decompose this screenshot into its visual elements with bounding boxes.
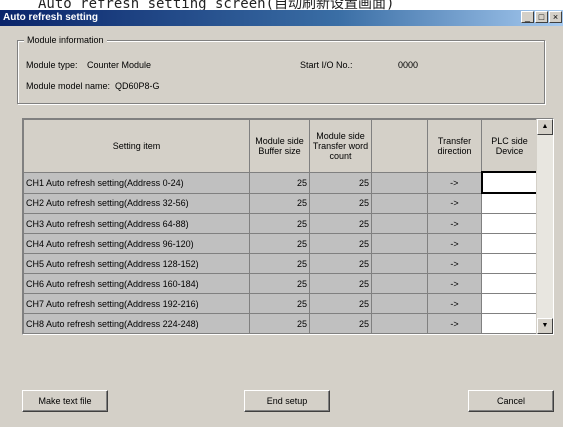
word-count-cell: 25	[309, 233, 372, 254]
module-information-group: Module information Module type: Counter …	[17, 35, 545, 104]
table-header-row: Setting item Module side Buffer size Mod…	[23, 119, 538, 173]
buffer-size-cell: 25	[249, 171, 310, 194]
table-row: CH5 Auto refresh setting(Address 128-152…	[23, 253, 538, 274]
transfer-direction-cell: ->	[427, 213, 482, 234]
word-count-cell: 25	[309, 213, 372, 234]
auto-refresh-table-area: Setting item Module side Buffer size Mod…	[22, 118, 554, 335]
maximize-icon[interactable]: □	[535, 11, 548, 23]
table-row: CH8 Auto refresh setting(Address 224-248…	[23, 313, 538, 334]
close-icon[interactable]: ×	[549, 11, 562, 23]
plc-device-input[interactable]	[481, 253, 538, 274]
transfer-direction-cell: ->	[427, 192, 482, 214]
plc-device-input[interactable]	[481, 293, 538, 314]
table-row: CH7 Auto refresh setting(Address 192-216…	[23, 293, 538, 314]
title-bar: Auto refresh setting _ □ ×	[0, 10, 563, 26]
plc-device-input[interactable]	[481, 192, 538, 214]
header-word-count: Module side Transfer word count	[309, 119, 372, 173]
table-row: CH4 Auto refresh setting(Address 96-120)…	[23, 233, 538, 254]
transfer-direction-cell: ->	[427, 233, 482, 254]
plc-device-input[interactable]	[481, 313, 538, 334]
header-plc-device: PLC side Device	[481, 119, 538, 173]
buffer-size-cell: 25	[249, 192, 310, 214]
table-row: CH6 Auto refresh setting(Address 160-184…	[23, 273, 538, 294]
setting-item-cell: CH5 Auto refresh setting(Address 128-152…	[23, 253, 250, 274]
setting-item-cell: CH8 Auto refresh setting(Address 224-248…	[23, 313, 250, 334]
buffer-size-cell: 25	[249, 313, 310, 334]
word-count-cell: 25	[309, 273, 372, 294]
make-text-file-button[interactable]: Make text file	[22, 390, 108, 412]
window-title: Auto refresh setting	[3, 12, 99, 23]
plc-device-input[interactable]	[480, 171, 539, 194]
auto-refresh-table: Setting item Module side Buffer size Mod…	[23, 119, 539, 334]
transfer-direction-cell: ->	[427, 293, 482, 314]
buffer-size-cell: 25	[249, 293, 310, 314]
buffer-size-cell: 25	[249, 213, 310, 234]
plc-device-input[interactable]	[481, 213, 538, 234]
table-row: CH3 Auto refresh setting(Address 64-88) …	[23, 213, 538, 234]
header-setting-item: Setting item	[23, 119, 250, 173]
setting-item-cell: CH1 Auto refresh setting(Address 0-24)	[23, 171, 250, 194]
buffer-size-cell: 25	[249, 233, 310, 254]
module-type-value: Counter Module	[87, 60, 152, 70]
buffer-size-cell: 25	[249, 253, 310, 274]
scroll-down-icon[interactable]: ▼	[537, 318, 553, 334]
start-io-value: 0000	[398, 60, 419, 70]
header-transfer-direction: Transfer direction	[427, 119, 482, 173]
window-controls: _ □ ×	[520, 11, 562, 23]
module-type-label: Module type:	[26, 60, 78, 70]
word-count-cell: 25	[309, 253, 372, 274]
blank-cell	[371, 192, 428, 214]
document-caption: Auto refresh setting screen(自动刷新设置画面)	[0, 0, 563, 10]
scroll-up-icon[interactable]: ▲	[537, 119, 553, 135]
blank-cell	[371, 313, 428, 334]
end-setup-button[interactable]: End setup	[244, 390, 330, 412]
table-row: CH1 Auto refresh setting(Address 0-24) 2…	[23, 171, 539, 194]
blank-cell	[371, 171, 428, 194]
plc-device-input[interactable]	[481, 273, 538, 294]
word-count-cell: 25	[309, 313, 372, 334]
setting-item-cell: CH6 Auto refresh setting(Address 160-184…	[23, 273, 250, 294]
table-vertical-scrollbar[interactable]: ▲ ▼	[536, 119, 553, 334]
word-count-cell: 25	[309, 171, 372, 194]
setting-item-cell: CH2 Auto refresh setting(Address 32-56)	[23, 192, 250, 214]
header-buffer-size: Module side Buffer size	[249, 119, 310, 173]
cancel-button[interactable]: Cancel	[468, 390, 554, 412]
buffer-size-cell: 25	[249, 273, 310, 294]
setting-item-cell: CH3 Auto refresh setting(Address 64-88)	[23, 213, 250, 234]
blank-cell	[371, 273, 428, 294]
module-model-label: Module model name:	[26, 81, 111, 91]
blank-cell	[371, 213, 428, 234]
transfer-direction-cell: ->	[427, 273, 482, 294]
plc-device-input[interactable]	[481, 233, 538, 254]
setting-item-cell: CH4 Auto refresh setting(Address 96-120)	[23, 233, 250, 254]
start-io-label: Start I/O No.:	[300, 60, 353, 70]
module-model-value: QD60P8-G	[115, 81, 160, 91]
transfer-direction-cell: ->	[427, 313, 482, 334]
word-count-cell: 25	[309, 192, 372, 214]
transfer-direction-cell: ->	[427, 253, 482, 274]
header-blank	[371, 119, 428, 173]
caption-text: Auto refresh setting screen(自动刷新设置画面)	[38, 0, 395, 10]
module-information-legend: Module information	[24, 35, 107, 45]
blank-cell	[371, 293, 428, 314]
blank-cell	[371, 233, 428, 254]
word-count-cell: 25	[309, 293, 372, 314]
setting-item-cell: CH7 Auto refresh setting(Address 192-216…	[23, 293, 250, 314]
minimize-icon[interactable]: _	[521, 11, 534, 23]
transfer-direction-cell: ->	[427, 171, 482, 194]
table-row: CH2 Auto refresh setting(Address 32-56) …	[23, 192, 538, 214]
blank-cell	[371, 253, 428, 274]
auto-refresh-window: Auto refresh setting _ □ × Module inform…	[0, 10, 563, 427]
